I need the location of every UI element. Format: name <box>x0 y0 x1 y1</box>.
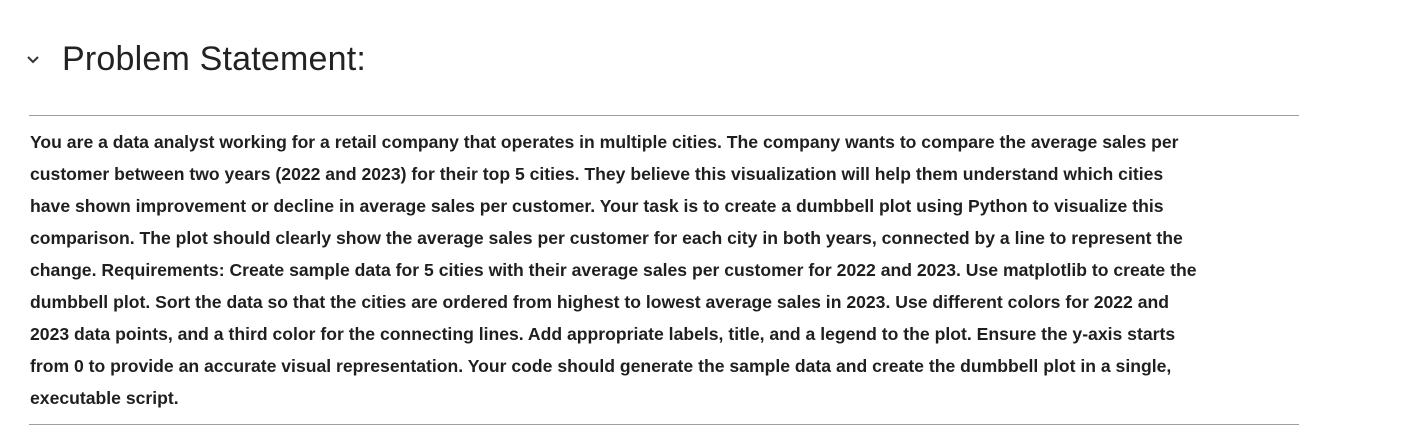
divider-bottom <box>29 424 1299 425</box>
section-header-toggle[interactable]: Problem Statement: <box>22 40 366 79</box>
chevron-down-icon[interactable] <box>22 49 44 71</box>
text-line: comparison. The plot should clearly show… <box>30 228 1183 248</box>
text-line: change. Requirements: Create sample data… <box>30 260 1197 280</box>
problem-statement-text: You are a data analyst working for a ret… <box>30 126 1310 414</box>
text-line: 2023 data points, and a third color for … <box>30 324 1176 344</box>
text-line: from 0 to provide an accurate visual rep… <box>30 356 1172 376</box>
text-line: have shown improvement or decline in ave… <box>30 196 1164 216</box>
divider-top <box>29 115 1299 116</box>
text-line: You are a data analyst working for a ret… <box>30 132 1179 152</box>
text-line: customer between two years (2022 and 202… <box>30 164 1164 184</box>
text-line: dumbbell plot. Sort the data so that the… <box>30 292 1170 312</box>
section-title: Problem Statement: <box>62 40 367 78</box>
text-line: executable script. <box>30 388 179 408</box>
